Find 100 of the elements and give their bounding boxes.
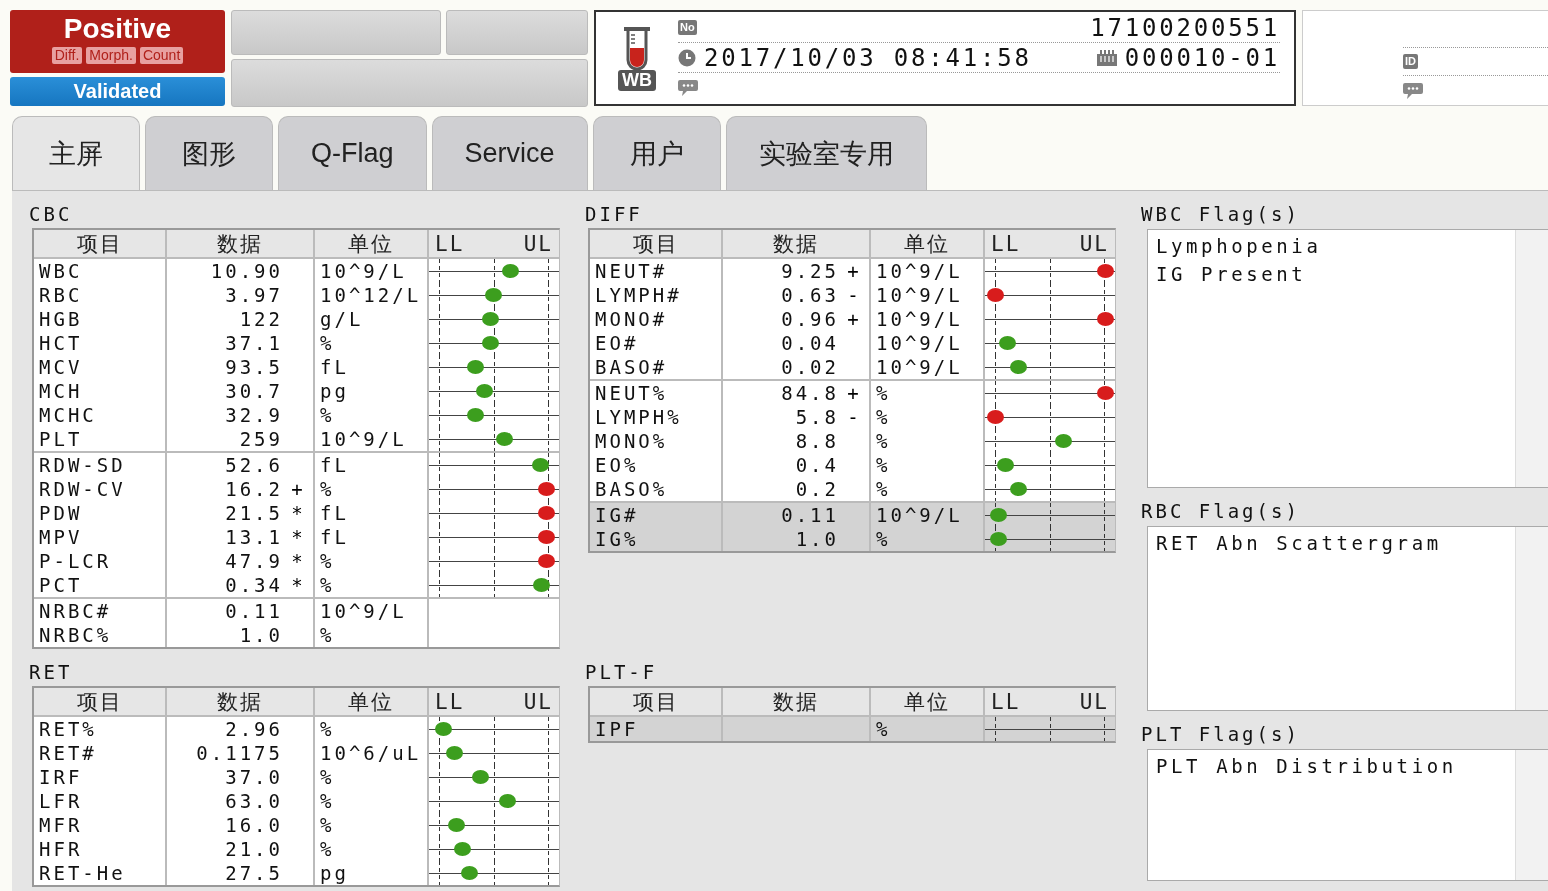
result-value: 1.0 — [239, 624, 283, 646]
result-value: 0.04 — [781, 332, 839, 354]
unit-text: % — [876, 454, 891, 476]
item-name: NEUT% — [595, 382, 668, 404]
flag-mark: + — [846, 260, 860, 282]
unit-text: 10^9/L — [876, 332, 963, 354]
column-header: 单位 — [904, 231, 950, 258]
result-value: 0.1175 — [196, 742, 283, 764]
flag-text: RET Abn Scattergram — [1156, 531, 1443, 556]
unit-text: fL — [320, 526, 349, 548]
item-name: RET% — [39, 718, 97, 740]
column-header: LL — [435, 690, 465, 714]
section-title: PLT-F — [585, 660, 659, 685]
status-tag: Count — [139, 47, 184, 64]
item-name: MONO% — [595, 430, 668, 452]
item-name: PLT — [39, 428, 83, 450]
result-value: 0.63 — [781, 284, 839, 306]
comment-icon — [1403, 81, 1423, 100]
comment-icon — [678, 79, 698, 97]
result-value: 0.02 — [781, 356, 839, 378]
tab[interactable]: 图形 — [145, 116, 273, 190]
flag-title: RBC Flag(s) — [1141, 499, 1301, 524]
unit-text: 10^9/L — [320, 600, 407, 622]
flag-mark: + — [846, 308, 860, 330]
flag-mark: + — [846, 382, 860, 404]
result-value: 0.96 — [781, 308, 839, 330]
unit-text: 10^9/L — [320, 428, 407, 450]
result-value: 16.0 — [225, 814, 283, 836]
item-name: NEUT# — [595, 260, 668, 282]
unit-text: % — [876, 718, 891, 740]
number-badge: No — [678, 20, 697, 35]
column-header: LL — [435, 232, 465, 256]
result-value: 10.90 — [210, 260, 283, 282]
item-name: HFR — [39, 838, 83, 860]
tab[interactable]: 主屏 — [12, 116, 140, 191]
column-header: LL — [991, 232, 1021, 256]
column-header: UL — [1079, 232, 1109, 256]
unit-text: % — [320, 814, 335, 836]
scrollbar[interactable] — [1515, 230, 1548, 487]
column-header: 数据 — [773, 689, 819, 716]
result-value: 0.11 — [225, 600, 283, 622]
validated-status: Validated — [10, 77, 225, 106]
item-name: MONO# — [595, 308, 668, 330]
item-name: IRF — [39, 766, 83, 788]
result-value: 63.0 — [225, 790, 283, 812]
tab[interactable]: Q-Flag — [278, 116, 427, 190]
column-header: 项目 — [76, 689, 123, 716]
scrollbar[interactable] — [1515, 750, 1548, 880]
tab[interactable]: 实验室专用 — [725, 116, 927, 190]
column-header: UL — [1079, 690, 1109, 714]
result-value: 259 — [239, 428, 283, 450]
item-name: MFR — [39, 814, 83, 836]
unit-text: 10^9/L — [320, 260, 407, 282]
id-badge: ID — [1403, 53, 1418, 69]
column-header: 数据 — [217, 689, 263, 716]
rack-icon — [1096, 49, 1117, 66]
item-name: PCT — [39, 574, 83, 596]
unit-text: % — [320, 766, 335, 788]
result-value: 37.0 — [225, 766, 283, 788]
tab[interactable]: Service — [431, 116, 588, 190]
result-value: 5.8 — [795, 406, 839, 428]
column-header: 单位 — [348, 689, 394, 716]
status-tag: Morph. — [86, 47, 136, 64]
flag-title: PLT Flag(s) — [1141, 722, 1301, 747]
item-name: RBC — [39, 284, 83, 306]
tab[interactable]: 用户 — [592, 116, 721, 190]
test-tube-icon — [622, 25, 652, 70]
column-header: 项目 — [632, 231, 679, 258]
unit-text: fL — [320, 356, 349, 378]
item-name: RET-He — [39, 862, 126, 884]
unit-text: 10^9/L — [876, 504, 963, 526]
clock-icon — [678, 48, 696, 67]
result-value: 1.0 — [795, 528, 839, 550]
result-value: 37.1 — [225, 332, 283, 354]
unit-text: % — [876, 430, 891, 452]
item-name: IG# — [595, 504, 639, 526]
result-value: 0.4 — [795, 454, 839, 476]
unit-text: % — [876, 528, 891, 550]
item-name: MCV — [39, 356, 83, 378]
flag-mark: * — [290, 550, 304, 572]
result-value: 30.7 — [225, 380, 283, 402]
unit-text: pg — [320, 862, 349, 884]
unit-text: 10^6/uL — [320, 742, 422, 764]
result-value: 93.5 — [225, 356, 283, 378]
item-name: MCH — [39, 380, 83, 402]
item-name: HCT — [39, 332, 83, 354]
item-name: IPF — [595, 718, 639, 740]
unit-text: % — [320, 574, 335, 596]
flag-mark: * — [290, 502, 304, 524]
column-header: 单位 — [904, 689, 950, 716]
unit-text: fL — [320, 454, 349, 476]
item-name: PDW — [39, 502, 83, 524]
item-name: P-LCR — [39, 550, 112, 572]
column-header: 单位 — [348, 231, 394, 258]
result-value: 0.34 — [225, 574, 283, 596]
section-title: DIFF — [585, 202, 644, 227]
unit-text: % — [320, 404, 335, 426]
result-value: 84.8 — [781, 382, 839, 404]
scrollbar[interactable] — [1515, 527, 1548, 710]
result-value: 0.11 — [781, 504, 839, 526]
